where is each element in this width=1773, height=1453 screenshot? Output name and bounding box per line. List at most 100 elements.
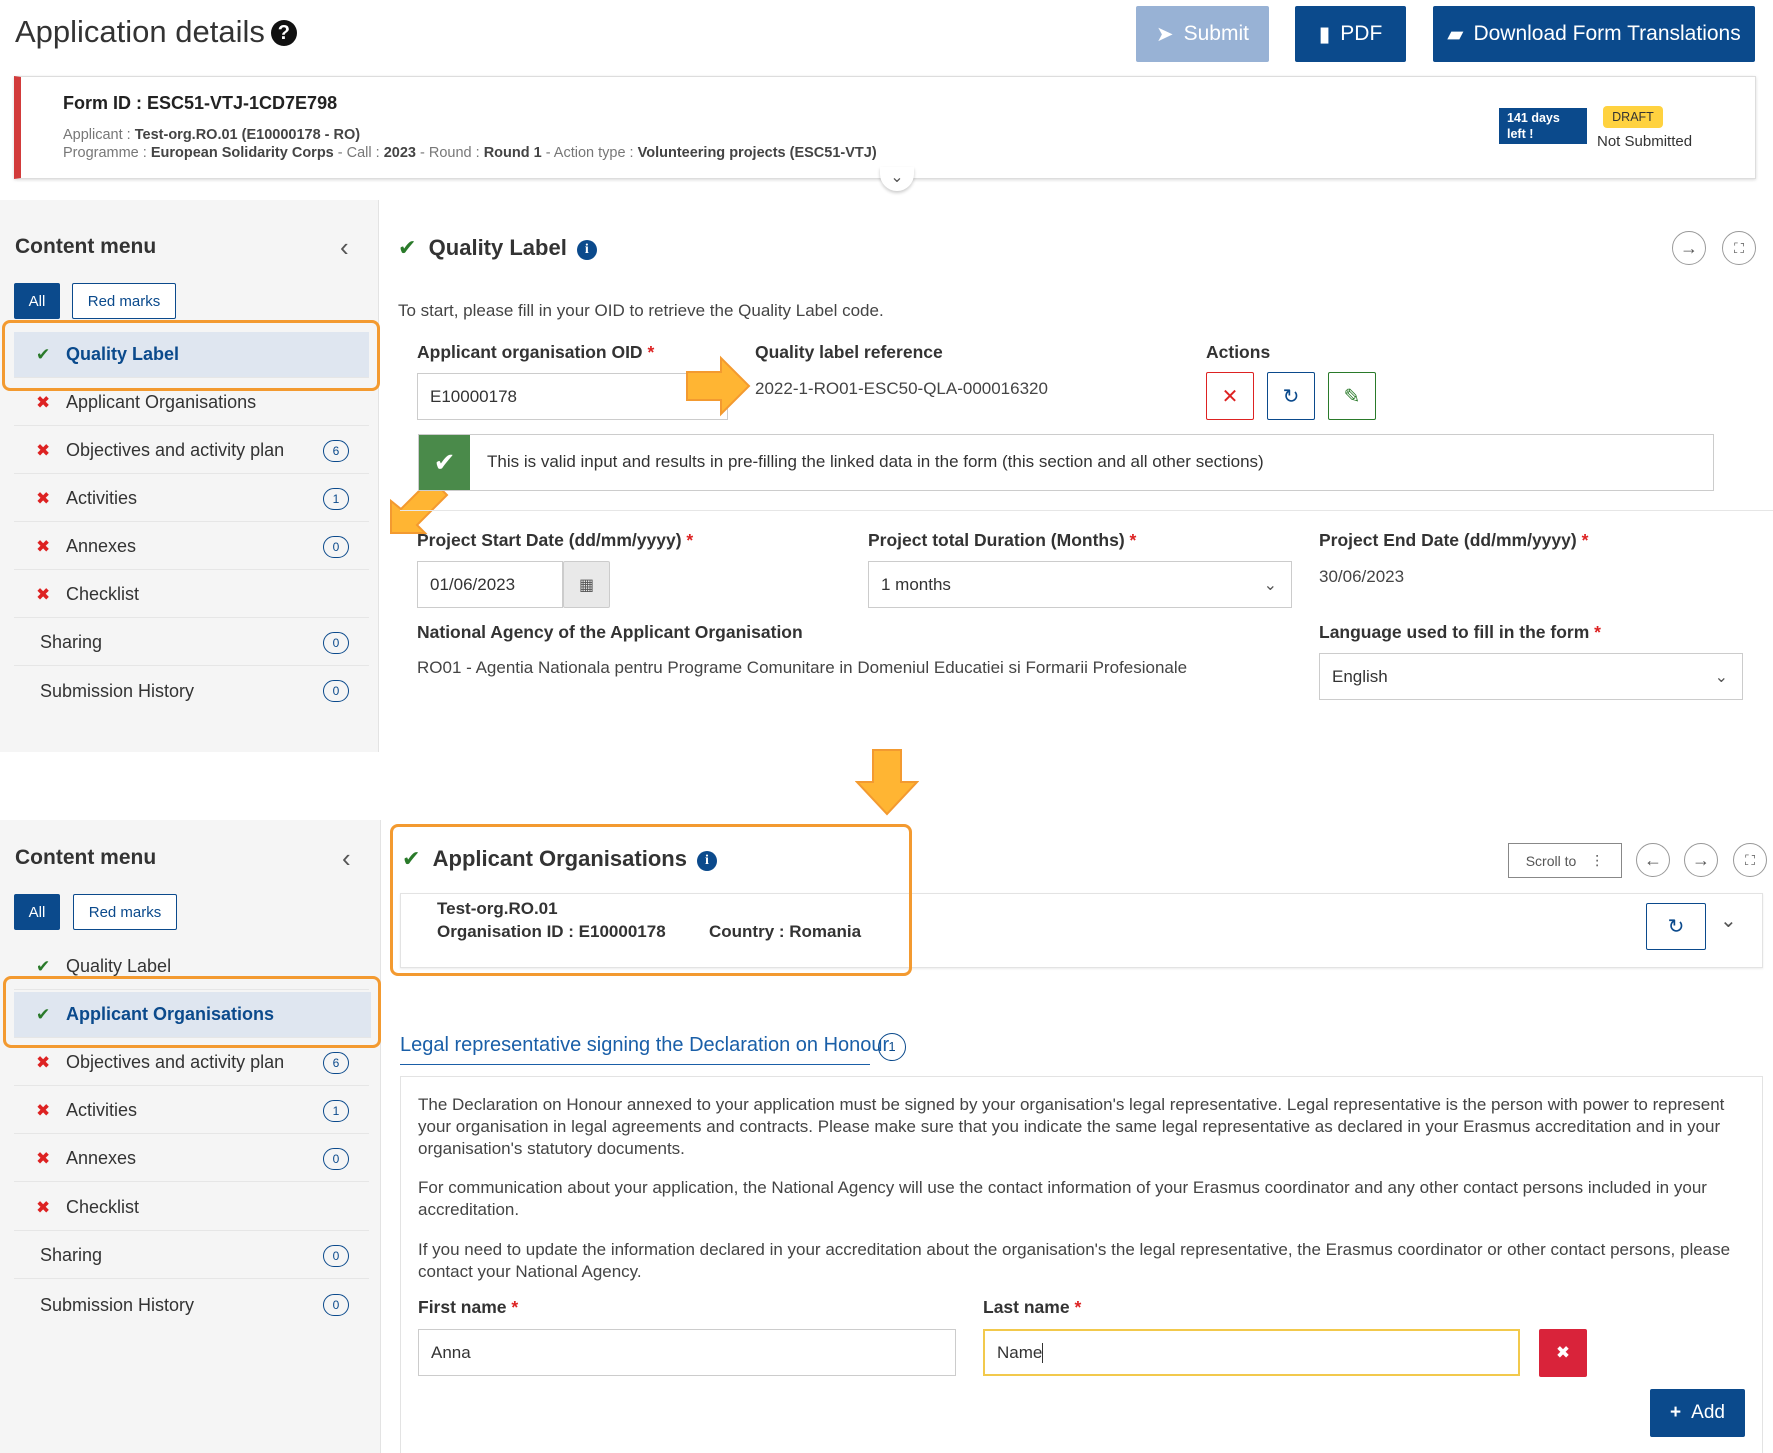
valid-check-icon: ✔ [419, 435, 470, 490]
submit-button[interactable]: ➤ Submit [1136, 6, 1269, 62]
menu-item-activities[interactable]: ✖ Activities 1 [14, 1088, 369, 1134]
section-title: ✔ Quality Label i [398, 235, 597, 261]
error-x-icon: ✖ [36, 536, 51, 556]
last-name-input[interactable]: Name [983, 1329, 1520, 1376]
text-cursor [1042, 1342, 1044, 1363]
count-badge: 0 [323, 631, 349, 654]
menu-item-annexes[interactable]: ✖ Annexes 0 [14, 524, 369, 570]
refresh-icon[interactable]: ↻ [1267, 372, 1315, 420]
error-x-icon: ✖ [36, 1148, 51, 1168]
fullscreen-icon[interactable]: ⛶ [1722, 231, 1756, 265]
error-x-icon: ✖ [36, 1052, 51, 1072]
oid-label: Applicant organisation OID * [417, 342, 655, 362]
count-badge: 0 [323, 1244, 349, 1267]
send-icon: ➤ [1156, 22, 1174, 46]
oid-input[interactable]: E10000178 [417, 373, 728, 420]
count-badge: 0 [323, 535, 349, 558]
plus-icon: + [1670, 1402, 1682, 1423]
menu-item-sharing[interactable]: Sharing 0 [14, 1233, 369, 1279]
filter-all-button[interactable]: All [14, 894, 60, 930]
highlight-box [3, 976, 381, 1048]
menu-item-checklist[interactable]: ✖ Checklist [14, 572, 369, 618]
count-badge: 0 [323, 680, 349, 702]
previous-section-arrow-icon[interactable]: ← [1636, 843, 1670, 877]
content-menu-title: Content menu [15, 235, 157, 258]
end-date-label: Project End Date (dd/mm/yyyy) * [1319, 530, 1589, 550]
error-x-icon: ✖ [36, 1197, 51, 1217]
content-menu-title: Content menu [15, 846, 157, 869]
days-left-badge: 141 days left ! [1499, 108, 1587, 144]
next-section-arrow-icon[interactable]: → [1672, 231, 1706, 265]
menu-item-submission-history[interactable]: Submission History 0 [14, 1282, 369, 1328]
menu-item-annexes[interactable]: ✖ Annexes 0 [14, 1136, 369, 1182]
chat-icon: ▰ [1447, 22, 1464, 46]
first-name-input[interactable]: Anna [418, 1329, 956, 1376]
count-badge: 6 [323, 439, 349, 462]
error-x-icon: ✖ [36, 392, 51, 412]
menu-item-submission-history[interactable]: Submission History 0 [14, 668, 369, 714]
error-x-icon: ✖ [36, 488, 51, 508]
error-x-icon: ✖ [36, 440, 51, 460]
declaration-paragraph: The Declaration on Honour annexed to you… [418, 1095, 1725, 1158]
expand-header-chevron-icon[interactable]: ⌄ [880, 167, 914, 191]
quality-ref-value: 2022-1-RO01-ESC50-QLA-000016320 [755, 379, 1048, 398]
count-badge: 1 [323, 487, 349, 510]
language-select[interactable]: English ⌄ [1319, 653, 1743, 700]
menu-item-sharing[interactable]: Sharing 0 [14, 620, 369, 666]
legal-representative-title[interactable]: Legal representative signing the Declara… [400, 1034, 889, 1057]
menu-item-objectives[interactable]: ✖ Objectives and activity plan 6 [14, 428, 369, 474]
validation-message: ✔ This is valid input and results in pre… [418, 434, 1714, 491]
agency-label: National Agency of the Applicant Organis… [417, 622, 803, 642]
check-icon: ✔ [398, 235, 417, 260]
start-date-input[interactable]: 01/06/2023 [417, 561, 563, 608]
count-badge: 6 [323, 1051, 349, 1074]
collapse-menu-icon[interactable]: ‹ [342, 843, 351, 874]
count-badge: 0 [323, 1147, 349, 1170]
duration-label: Project total Duration (Months) * [868, 530, 1137, 550]
filter-red-marks-button[interactable]: Red marks [73, 894, 177, 930]
menu-item-checklist[interactable]: ✖ Checklist [14, 1185, 369, 1231]
form-id: Form ID : ESC51-VTJ-1CD7E798 [63, 93, 338, 113]
fullscreen-icon[interactable]: ⛶ [1733, 843, 1767, 877]
chevron-down-icon: ⌄ [1263, 576, 1277, 594]
clear-x-icon[interactable]: ✕ [1206, 372, 1254, 420]
download-translations-button[interactable]: ▰ Download Form Translations [1433, 6, 1755, 62]
last-name-label: Last name * [983, 1297, 1082, 1317]
count-badge: 1 [878, 1033, 906, 1061]
highlight-box [390, 824, 912, 976]
help-icon[interactable]: ? [270, 20, 297, 46]
next-section-arrow-icon[interactable]: → [1684, 843, 1718, 877]
actions-label: Actions [1206, 342, 1271, 362]
arrow-down-icon [855, 749, 919, 816]
check-icon: ✔ [36, 956, 51, 976]
divider [400, 510, 1773, 511]
first-name-label: First name * [418, 1297, 519, 1317]
pdf-button[interactable]: ▮ PDF [1295, 6, 1406, 62]
filter-red-marks-button[interactable]: Red marks [72, 283, 176, 319]
more-vertical-icon: ⋮ [1590, 852, 1605, 868]
error-x-icon: ✖ [36, 1100, 51, 1120]
menu-item-activities[interactable]: ✖ Activities 1 [14, 476, 369, 522]
filter-all-button[interactable]: All [14, 283, 60, 319]
collapse-menu-icon[interactable]: ‹ [340, 232, 349, 263]
chevron-down-icon: ⌄ [1714, 668, 1728, 686]
count-badge: 1 [323, 1099, 349, 1122]
chevron-down-icon[interactable]: ⌄ [1720, 908, 1737, 933]
error-x-icon: ✖ [36, 584, 51, 604]
language-label: Language used to fill in the form * [1319, 622, 1601, 642]
refresh-icon[interactable]: ↻ [1646, 903, 1706, 950]
info-icon[interactable]: i [576, 240, 597, 260]
delete-x-icon[interactable]: ✖ [1539, 1329, 1587, 1377]
add-button[interactable]: + Add [1650, 1389, 1745, 1437]
scroll-to-dropdown[interactable]: Scroll to ⋮ [1508, 843, 1622, 878]
edit-pencil-icon[interactable]: ✎ [1328, 372, 1376, 420]
calendar-icon[interactable]: ▦ [563, 561, 610, 608]
submission-status: Not Submitted [1597, 133, 1693, 150]
duration-select[interactable]: 1 months ⌄ [868, 561, 1292, 608]
form-header-card: Form ID : ESC51-VTJ-1CD7E798 Applicant :… [14, 76, 1756, 179]
agency-value: RO01 - Agentia Nationala pentru Programe… [417, 658, 1188, 677]
communication-paragraph: For communication about your application… [418, 1178, 1707, 1219]
arrow-right-icon [686, 355, 751, 417]
title-underline [400, 1064, 870, 1065]
applicant-line: Applicant : Test-org.RO.01 (E10000178 - … [63, 127, 361, 143]
